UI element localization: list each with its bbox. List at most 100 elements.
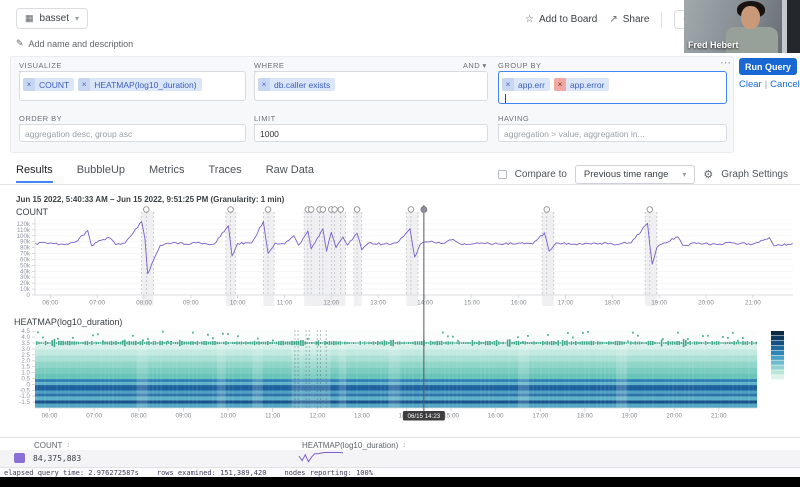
summary-col-count: COUNT ↕ <box>34 441 70 450</box>
heatmap-x-tick-label: 20:00 <box>666 413 682 420</box>
legend-swatch <box>771 360 784 364</box>
summary-col-heatmap: HEATMAP(log10_duration) ↕ <box>302 441 406 450</box>
legend-swatch <box>771 370 784 374</box>
query-menu-button[interactable]: ⋯ <box>720 56 731 69</box>
marker-band <box>142 212 154 306</box>
count-x-tick-label: 13:00 <box>370 300 386 307</box>
query-chip[interactable]: × db.caller exists <box>258 78 335 91</box>
heatmap-x-tick-label: 07:00 <box>86 413 102 420</box>
deploy-marker-icon[interactable] <box>408 207 414 213</box>
elapsed-query-time: elapsed query time: 2.976272587s <box>4 469 139 477</box>
chip-remove-icon[interactable]: × <box>502 78 514 91</box>
pencil-icon: ✎ <box>16 38 24 49</box>
charts-canvas[interactable]: 010k20k30k40k50k60k70k80k90k100k110k120k… <box>0 192 800 437</box>
compare-to-label: Compare to <box>515 169 567 180</box>
results-tabs: Results BubbleUp Metrics Traces Raw Data <box>16 164 314 183</box>
share-button[interactable]: ↗ Share <box>609 14 649 25</box>
chip-remove-icon[interactable]: × <box>78 78 90 91</box>
heatmap-x-tick-label: 17:00 <box>532 413 548 420</box>
query-actions: Clear|Cancel <box>739 79 800 90</box>
heatmap-x-tick-label: 08:00 <box>131 413 147 420</box>
group-by-input[interactable]: × app.err ×app.error <box>498 71 727 104</box>
chip-remove-icon[interactable]: × <box>23 78 35 91</box>
visualize-input[interactable]: ×COUNT×HEATMAP(log10_duration) <box>19 71 246 101</box>
count-x-tick-label: 11:00 <box>277 300 293 307</box>
having-input[interactable]: aggregation > value, aggregation in... <box>498 124 727 142</box>
marker-band <box>304 212 345 306</box>
sparkline-path <box>299 453 343 462</box>
heatmap-x-tick-label: 15:00 <box>443 413 459 420</box>
cancel-button[interactable]: Cancel <box>770 79 800 90</box>
chip-label: db.caller exists <box>274 80 335 90</box>
deploy-marker-icon[interactable] <box>143 207 149 213</box>
summary-col-count-label: COUNT <box>34 441 62 450</box>
count-x-tick-label: 06:00 <box>42 300 58 307</box>
clear-button[interactable]: Clear <box>739 79 762 90</box>
tab-traces[interactable]: Traces <box>208 164 241 183</box>
run-query-button[interactable]: Run Query <box>739 58 797 75</box>
query-chip[interactable]: ×COUNT <box>23 78 74 91</box>
time-range-compare-select[interactable]: Previous time range ▾ <box>575 165 696 184</box>
deploy-marker-icon[interactable] <box>265 207 271 213</box>
legend-swatch <box>771 356 784 360</box>
letterbox-bar <box>0 477 800 487</box>
heatmap-x-tick-label: 19:00 <box>622 413 638 420</box>
deploy-marker-icon[interactable] <box>354 207 360 213</box>
summary-col-heatmap-label: HEATMAP(log10_duration) <box>302 441 398 450</box>
query-chip[interactable]: × app.err <box>502 78 550 91</box>
deploy-marker-icon[interactable] <box>228 207 234 213</box>
webcam-person-face <box>741 6 760 29</box>
sort-icon[interactable]: ↕ <box>66 442 70 449</box>
marker-band <box>645 212 657 306</box>
query-chip[interactable]: ×app.error <box>554 78 610 91</box>
dataset-grid-icon: ▦ <box>25 13 34 24</box>
deploy-marker-icon[interactable] <box>320 207 326 213</box>
deploy-marker-icon[interactable] <box>338 207 344 213</box>
sort-icon[interactable]: ↕ <box>402 442 406 449</box>
chip-remove-icon[interactable]: × <box>554 78 566 91</box>
star-icon: ☆ <box>525 14 534 25</box>
count-chart[interactable]: 010k20k30k40k50k60k70k80k90k100k110k120k… <box>17 207 793 307</box>
and-label: AND <box>463 61 480 70</box>
chip-label: app.err <box>518 80 550 90</box>
compare-to-checkbox[interactable] <box>498 170 507 179</box>
chip-remove-icon[interactable]: × <box>258 78 270 91</box>
count-x-tick-label: 07:00 <box>89 300 105 307</box>
legend-swatch <box>771 375 784 379</box>
limit-input[interactable]: 1000 <box>254 124 488 142</box>
marker-band <box>542 212 554 306</box>
gear-icon[interactable]: ⚙ <box>703 168 713 181</box>
add-name-button[interactable]: ✎ Add name and description <box>16 38 133 49</box>
count-x-tick-label: 17:00 <box>558 300 574 307</box>
time-range-compare-value: Previous time range <box>584 169 668 180</box>
marker-band <box>354 212 362 306</box>
count-x-tick-label: 15:00 <box>464 300 480 307</box>
tab-bubbleup[interactable]: BubbleUp <box>77 164 125 183</box>
count-x-tick-label: 20:00 <box>698 300 714 307</box>
dataset-selector[interactable]: ▦ basset ▾ <box>16 8 88 29</box>
graph-settings-button[interactable]: Graph Settings <box>721 169 788 180</box>
heatmap-chart[interactable]: 4.54.03.53.02.52.01.51.00.50-0.5-1.0-1.5… <box>19 328 757 419</box>
tab-raw-data[interactable]: Raw Data <box>266 164 314 183</box>
deploy-marker-icon[interactable] <box>544 207 550 213</box>
tab-results[interactable]: Results <box>16 164 53 183</box>
order-by-placeholder: aggregation desc, group asc <box>23 127 242 141</box>
count-x-tick-label: 10:00 <box>230 300 246 307</box>
query-chip[interactable]: × HEATMAP(log10_duration) <box>78 78 201 91</box>
count-x-tick-label: 14:00 <box>417 300 433 307</box>
where-join-selector[interactable]: AND ▾ <box>463 61 487 70</box>
rows-examined: rows examined: 151,389,420 <box>157 469 267 477</box>
deploy-marker-icon[interactable] <box>332 207 338 213</box>
count-x-tick-label: 21:00 <box>745 300 761 307</box>
summary-table-row[interactable] <box>0 450 800 467</box>
legend-swatch <box>771 336 784 340</box>
deploy-marker-icon[interactable] <box>308 207 314 213</box>
tab-metrics[interactable]: Metrics <box>149 164 184 183</box>
legend-swatch <box>771 365 784 369</box>
deploy-marker-icon[interactable] <box>647 207 653 213</box>
order-by-input[interactable]: aggregation desc, group asc <box>19 124 246 142</box>
chip-label: HEATMAP(log10_duration) <box>94 80 201 90</box>
where-input[interactable]: × db.caller exists <box>254 71 488 101</box>
add-to-board-button[interactable]: ☆ Add to Board <box>525 14 597 25</box>
heatmap-x-tick-label: 11:00 <box>265 413 281 420</box>
